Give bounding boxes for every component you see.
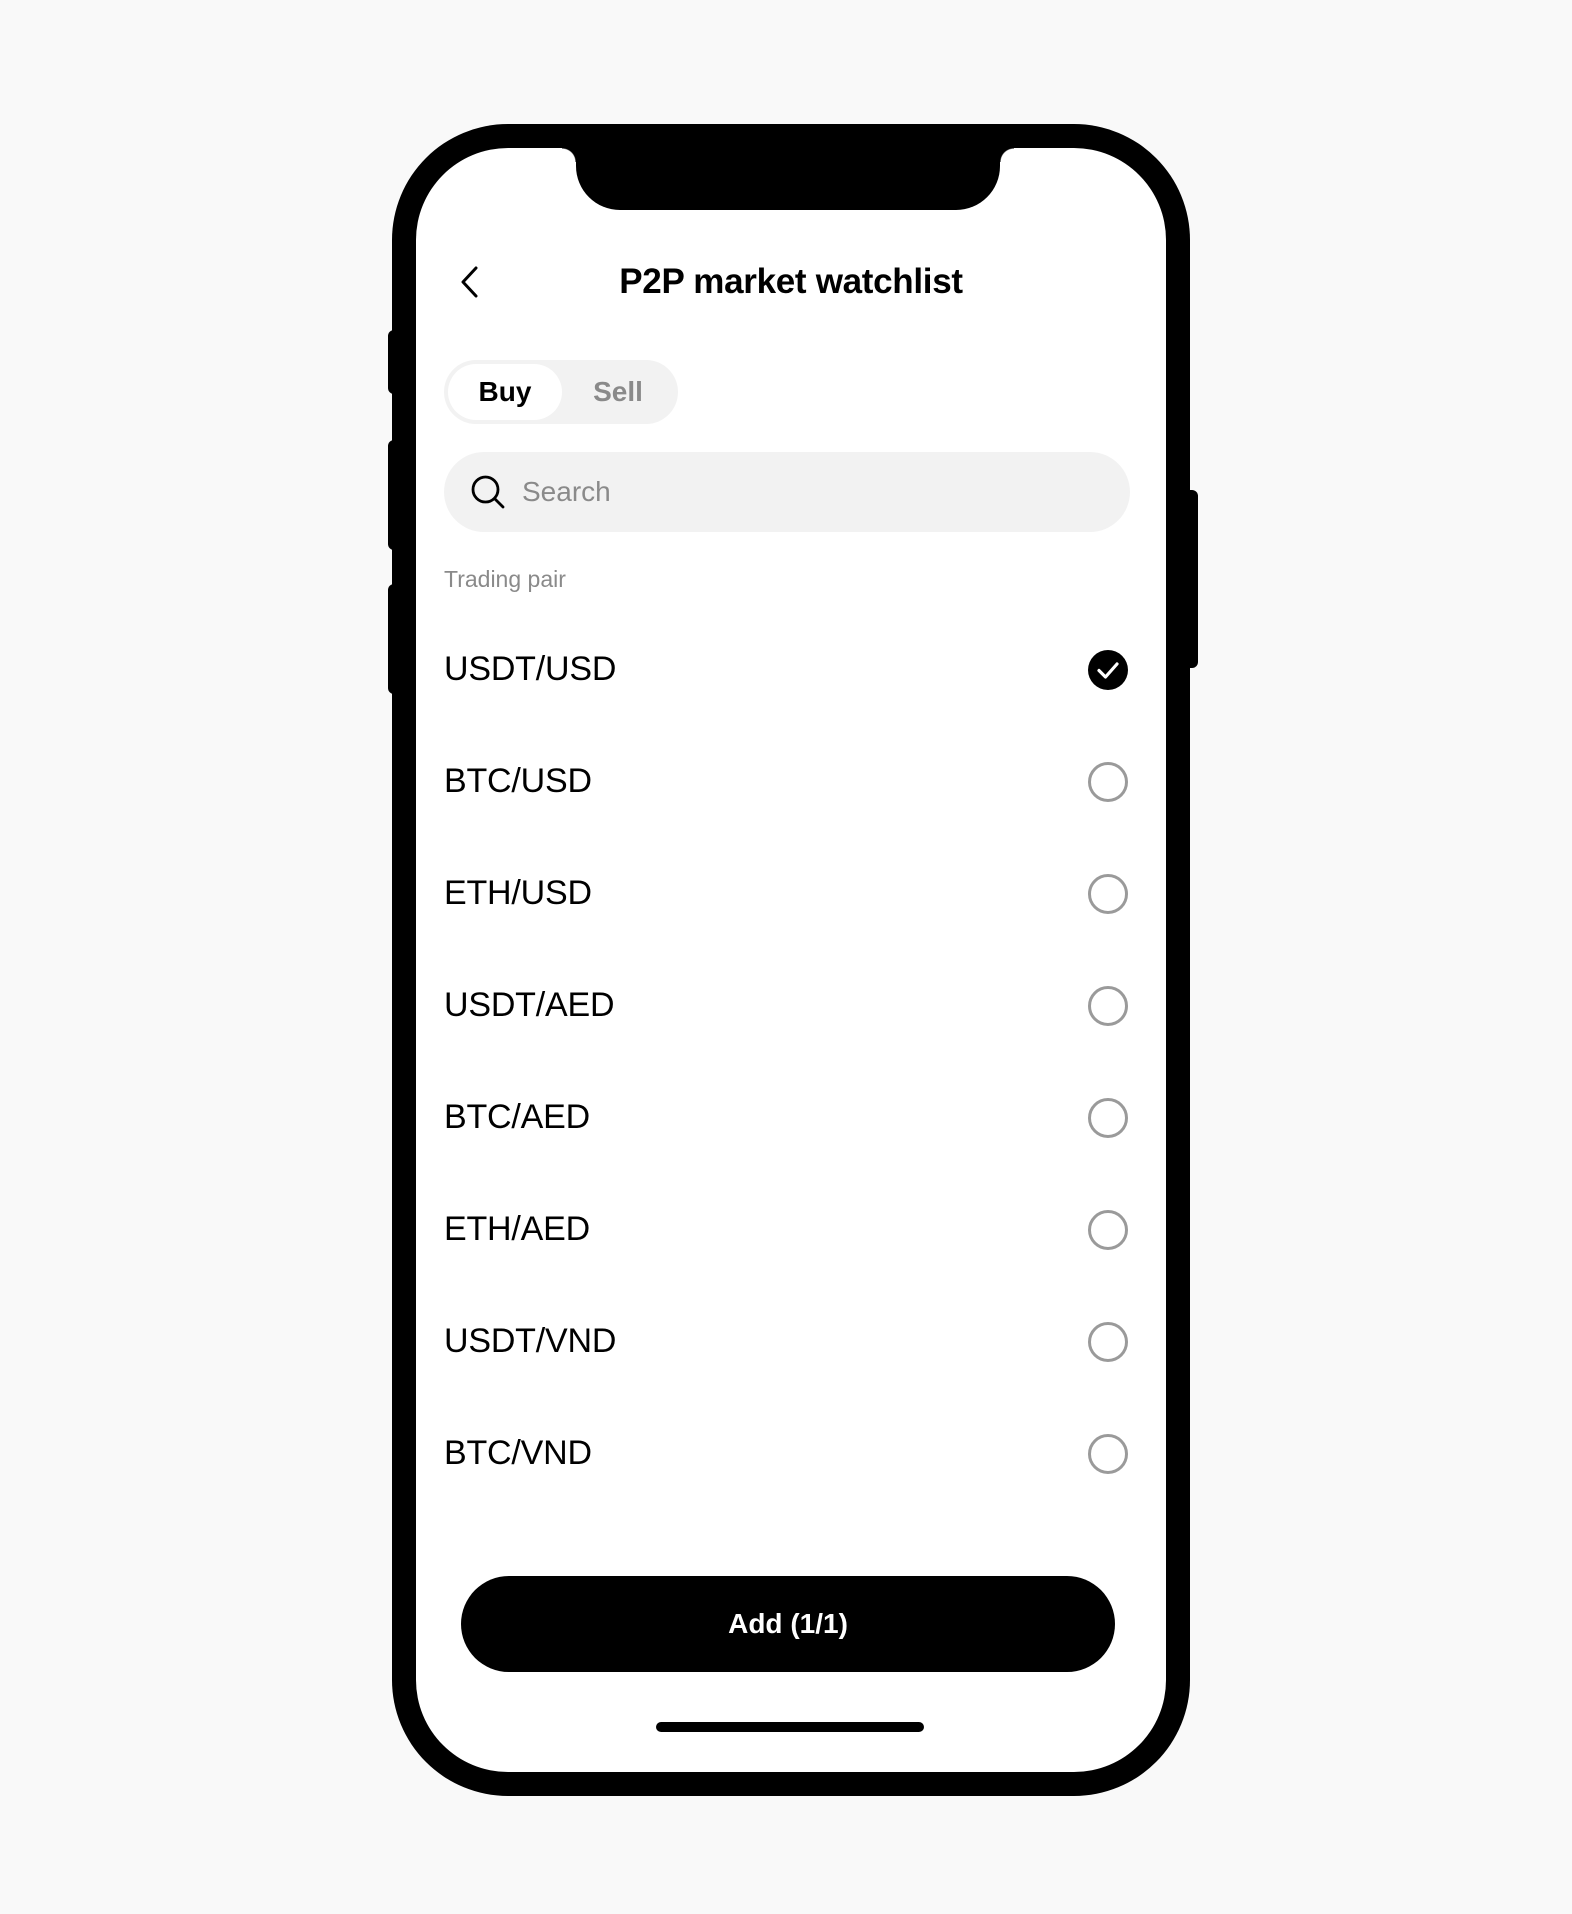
list-item[interactable]: USDT/USD xyxy=(444,614,1130,726)
list-item[interactable]: ETH/USD xyxy=(444,838,1130,950)
list-item[interactable]: BTC/VND xyxy=(444,1398,1130,1510)
phone-screen: P2P market watchlist Buy Sell Trading pa… xyxy=(416,148,1166,1772)
list-item[interactable]: ETH/AED xyxy=(444,1174,1130,1286)
add-button[interactable]: Add (1/1) xyxy=(461,1576,1115,1672)
search-bar xyxy=(444,452,1130,532)
list-item[interactable]: BTC/USD xyxy=(444,726,1130,838)
pair-label: USDT/VND xyxy=(444,1322,617,1360)
buy-sell-toggle: Buy Sell xyxy=(444,360,678,424)
pair-label: BTC/USD xyxy=(444,762,592,800)
search-input[interactable] xyxy=(522,452,1102,532)
radio-icon[interactable] xyxy=(1088,762,1128,802)
section-label-trading-pair: Trading pair xyxy=(444,566,566,592)
pair-label: ETH/AED xyxy=(444,1210,590,1248)
pair-label: USDT/USD xyxy=(444,650,617,688)
list-item[interactable]: BTC/AED xyxy=(444,1062,1130,1174)
checkmark-icon xyxy=(1097,662,1119,679)
notch xyxy=(562,148,1014,210)
pair-label: ETH/USD xyxy=(444,874,592,912)
phone-frame: P2P market watchlist Buy Sell Trading pa… xyxy=(392,124,1190,1796)
pair-label: BTC/AED xyxy=(444,1098,590,1136)
radio-icon[interactable] xyxy=(1088,1434,1128,1474)
radio-icon[interactable] xyxy=(1088,1322,1128,1362)
radio-icon[interactable] xyxy=(1088,874,1128,914)
search-icon xyxy=(471,475,505,509)
radio-icon[interactable] xyxy=(1088,1098,1128,1138)
page-title: P2P market watchlist xyxy=(619,262,963,301)
pair-label: BTC/VND xyxy=(444,1434,592,1472)
radio-icon[interactable] xyxy=(1088,1210,1128,1250)
tab-buy[interactable]: Buy xyxy=(448,364,562,420)
pair-label: USDT/AED xyxy=(444,986,615,1024)
trading-pair-list: USDT/USD BTC/USD ETH/USD USDT/AED BTC/AE… xyxy=(444,614,1130,1510)
radio-icon[interactable] xyxy=(1088,986,1128,1026)
header: P2P market watchlist xyxy=(416,244,1166,324)
list-item[interactable]: USDT/AED xyxy=(444,950,1130,1062)
checked-radio-icon[interactable] xyxy=(1088,650,1128,690)
page-background: P2P market watchlist Buy Sell Trading pa… xyxy=(0,0,1572,1914)
tab-sell[interactable]: Sell xyxy=(562,364,674,420)
home-indicator xyxy=(656,1722,924,1732)
list-item[interactable]: USDT/VND xyxy=(444,1286,1130,1398)
